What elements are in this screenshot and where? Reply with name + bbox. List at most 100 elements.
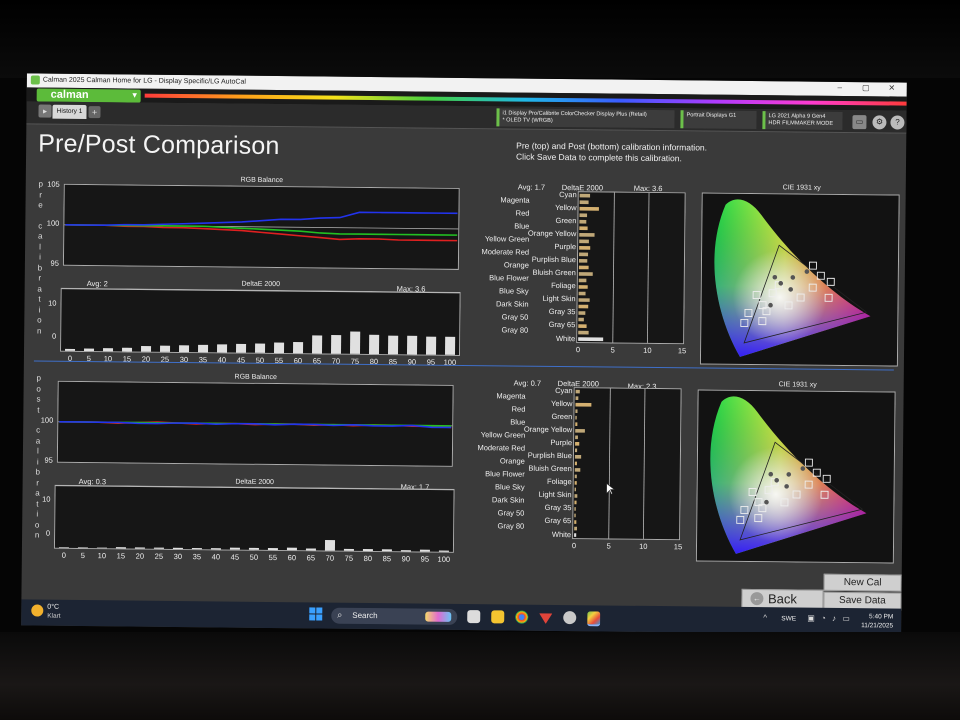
pre-rgb-balance-chart [62, 183, 460, 270]
windows-start-icon[interactable] [309, 607, 323, 621]
grayscale-bar [141, 346, 152, 352]
weather-description[interactable]: Klart [47, 613, 60, 620]
grayscale-bar [305, 548, 316, 551]
x-tick-label: 0 [571, 541, 577, 551]
clock-date[interactable]: 11/21/2025 [849, 622, 893, 629]
mouse-cursor-icon [606, 483, 615, 496]
post-grayscale-deltae-chart [53, 484, 455, 553]
color-deltae-bar [574, 474, 577, 479]
color-deltae-bar [574, 468, 581, 472]
color-deltae-bar [574, 507, 576, 511]
grayscale-bar [406, 335, 418, 355]
color-deltae-bar [578, 272, 593, 276]
device-tab-meter[interactable]: i1 Display Pro/Calibrite ColorChecker Di… [496, 108, 675, 129]
pre-cie-title: CIE 1931 xy [782, 184, 821, 192]
color-deltae-bar [578, 298, 590, 302]
color-label: Gray 50 [497, 508, 525, 518]
weather-temperature[interactable]: 0°C [47, 604, 59, 611]
grayscale-bar [311, 335, 323, 354]
color-deltae-bar [574, 448, 578, 453]
language-indicator[interactable]: SWE [781, 615, 796, 622]
color-label: Blue Sky [494, 482, 525, 492]
color-label: Dark Skin [495, 299, 529, 309]
side-label-letter: r [38, 273, 42, 283]
weather-sun-icon[interactable] [31, 604, 44, 617]
display-icon[interactable]: ▭ [852, 115, 867, 130]
color-label: Magenta [500, 194, 530, 205]
grayscale-bar [387, 335, 399, 355]
grayscale-bar [330, 335, 342, 354]
color-label: Purple [550, 438, 573, 448]
x-tick-label: 75 [344, 553, 354, 563]
post-cie-title: CIE 1931 xy [778, 381, 817, 389]
x-tick-label: 85 [382, 554, 392, 564]
clock-time[interactable]: 5:40 PM [857, 613, 893, 620]
color-deltae-bar [578, 324, 587, 328]
grayscale-bar [134, 547, 145, 549]
grayscale-bar [248, 547, 259, 550]
chevron-up-icon[interactable]: ^ [763, 613, 767, 622]
color-label: Orange Yellow [523, 424, 573, 435]
post-rgb-ytick-95: 95 [44, 455, 53, 465]
device-tab-line1: Portrait Displays G1 [686, 112, 737, 119]
settings-gear-icon[interactable]: ⚙ [872, 115, 887, 130]
color-deltae-bar [574, 500, 577, 505]
color-deltae-bar [575, 389, 580, 394]
color-deltae-bar [574, 513, 576, 518]
device-tab-generator[interactable]: Portrait Displays G1 [680, 110, 757, 130]
monitor-bezel-top [0, 0, 960, 78]
device-tab-display[interactable]: LG 2021 Alpha 9 Gen4 HDR FILMMAKER MODE [762, 111, 843, 130]
grayscale-bar [84, 348, 95, 352]
maximize-button[interactable]: ▢ [857, 83, 875, 95]
info-text-line2: Click Save Data to complete this calibra… [516, 151, 682, 164]
pre-grayscale-deltae-chart [60, 287, 461, 356]
calman-taskbar-icon[interactable] [587, 611, 601, 627]
grayscale-bar [255, 343, 266, 353]
side-label-letter: e [38, 200, 43, 210]
minimize-button[interactable]: – [831, 83, 849, 95]
grayscale-bar [273, 342, 285, 354]
post-colors-deltae-chart [572, 387, 682, 541]
grayscale-bar [362, 549, 373, 552]
color-label: Purplish Blue [531, 254, 577, 265]
side-label-letter: a [37, 231, 43, 241]
color-label: Foliage [547, 477, 572, 487]
chevron-down-icon: ▾ [132, 90, 137, 100]
close-button[interactable]: ✕ [883, 83, 901, 95]
grayscale-bar [160, 345, 171, 352]
x-tick-label: 5 [606, 541, 611, 551]
system-tray-icons[interactable]: ▣ ◔ ♪ ▭ [807, 614, 852, 623]
post-colors-avg: Avg: 0.7 [513, 378, 542, 388]
color-label: Magenta [496, 390, 526, 401]
color-deltae-bar [579, 213, 588, 218]
color-deltae-bar [574, 533, 577, 537]
add-tab-button[interactable]: + [88, 106, 101, 119]
x-tick-label: 10 [97, 551, 107, 561]
play-icon[interactable]: ▸ [38, 104, 52, 118]
task-view-icon[interactable] [467, 610, 481, 624]
calman-logo-button[interactable]: calman ▾ [36, 88, 141, 103]
tab-history-1[interactable]: History 1 [52, 104, 87, 120]
color-deltae-bar [575, 435, 578, 440]
color-deltae-bar [579, 193, 591, 198]
vivaldi-icon[interactable] [539, 611, 552, 624]
file-explorer-icon[interactable] [491, 610, 505, 624]
pre-rgb-ytick-95: 95 [50, 258, 59, 268]
color-deltae-bar [578, 317, 584, 322]
grayscale-bar [381, 549, 392, 552]
grayscale-bar [179, 345, 190, 353]
chrome-icon[interactable] [515, 610, 529, 624]
x-tick-label: 70 [325, 553, 335, 563]
side-label-letter: s [36, 394, 41, 404]
grayscale-bar [217, 344, 228, 353]
pre-cie-diagram [699, 192, 900, 367]
help-icon[interactable]: ? [890, 115, 905, 130]
taskbar-search[interactable]: ⌕ Search [331, 607, 458, 625]
side-label-letter: l [39, 242, 42, 252]
app-icon[interactable] [563, 611, 577, 625]
color-deltae-bar [574, 526, 577, 531]
color-deltae-bar [578, 291, 586, 296]
new-cal-button[interactable]: New Cal [823, 573, 902, 592]
color-label: Purplish Blue [527, 450, 572, 461]
color-label: White [555, 333, 576, 343]
